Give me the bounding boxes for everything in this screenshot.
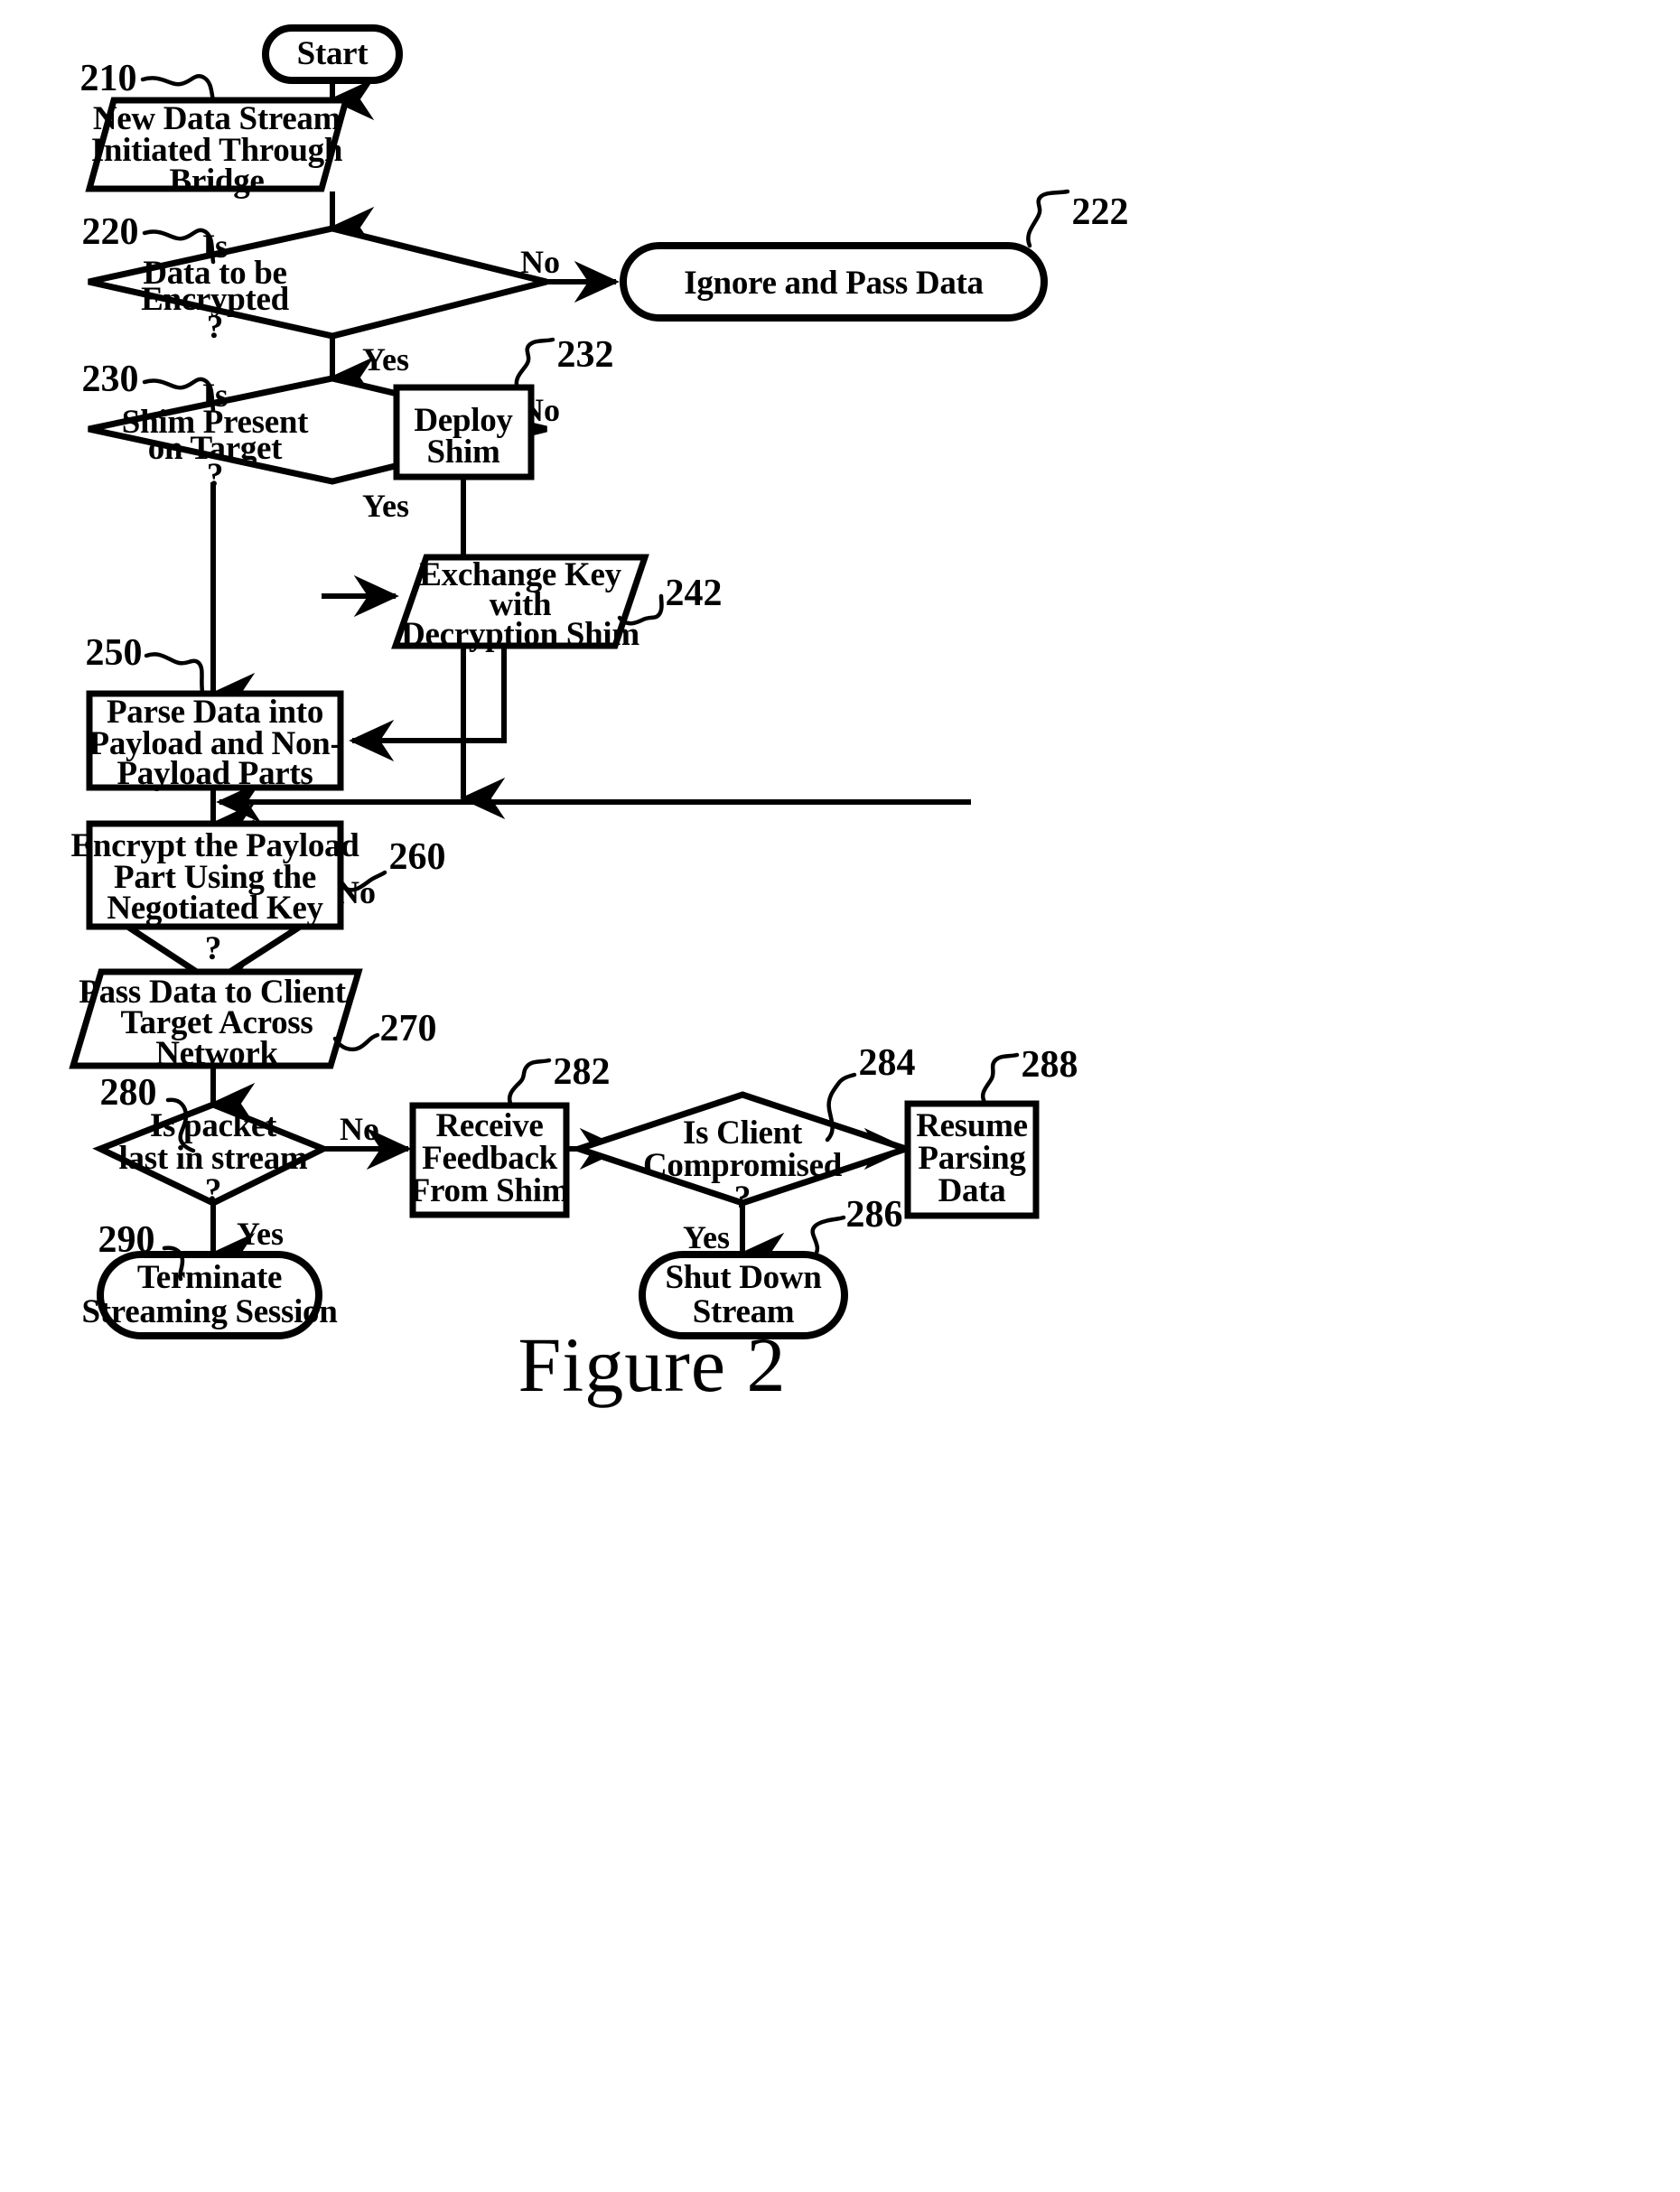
- ref-222-text: 222: [1072, 191, 1129, 233]
- node-222-label: Ignore and Pass Data: [684, 265, 984, 302]
- ref-270: 270: [332, 1008, 437, 1052]
- node-288-line-2: Parsing: [918, 1140, 1026, 1177]
- ref-270-text: 270: [380, 1008, 437, 1049]
- node-260-encrypt-payload: Encrypt the Payload Part Using the Negot…: [70, 820, 360, 930]
- node-284-line-2: Compromised: [643, 1147, 843, 1184]
- node-230-line-4: ?: [207, 457, 223, 494]
- ref-282: 282: [507, 1051, 611, 1108]
- node-220-line-4: ?: [207, 309, 223, 346]
- ref-250-text: 250: [86, 632, 143, 674]
- node-288-line-3: Data: [938, 1172, 1006, 1209]
- node-282-line-1: Receive: [435, 1107, 543, 1144]
- node-250-parse-data: Parse Data into Payload and Non- Payload…: [86, 690, 344, 792]
- node-210-line-3: Bridge: [169, 163, 264, 200]
- node-282-line-3: From Shim: [410, 1172, 570, 1209]
- ref-230-text: 230: [82, 359, 139, 400]
- edge-label-280-yes: Yes: [237, 1216, 284, 1252]
- node-250-line-3: Payload Parts: [117, 755, 313, 792]
- node-270-pass-data: Pass Data to Client/ Target Across Netwo…: [69, 968, 363, 1072]
- ref-210: 210: [80, 58, 216, 104]
- node-290-terminate-session: Terminate Streaming Session: [81, 1251, 339, 1339]
- node-280-line-1: Is packet: [150, 1107, 277, 1144]
- ref-210-text: 210: [80, 58, 137, 99]
- node-220-is-data-encrypted: Is Data to be Encrypted ?: [88, 225, 547, 346]
- node-222-ignore-pass-data: Ignore and Pass Data: [620, 242, 1048, 322]
- node-260-line-3: Negotiated Key: [107, 890, 323, 927]
- node-start-label: Start: [297, 35, 369, 72]
- node-284-line-3: ?: [734, 1180, 751, 1217]
- ref-290-text: 290: [98, 1219, 155, 1261]
- node-242-exchange-key: Exchange Key with Decryption Shim: [391, 554, 649, 653]
- ref-232-text: 232: [557, 334, 614, 376]
- edge-label-230-yes: Yes: [362, 488, 409, 524]
- node-290-line-1: Terminate: [137, 1259, 282, 1296]
- node-start: Start: [262, 24, 403, 84]
- edge-label-220-yes: Yes: [362, 341, 409, 378]
- node-232-line-2: Shim: [426, 434, 500, 471]
- node-282-receive-feedback: Receive Feedback From Shim: [409, 1102, 570, 1218]
- ref-286-text: 286: [846, 1194, 903, 1236]
- ref-220-text: 220: [82, 211, 139, 253]
- edge-label-280-no: No: [340, 1111, 379, 1147]
- node-288-line-1: Resume: [916, 1107, 1028, 1144]
- node-286-line-1: Shut Down: [665, 1259, 822, 1296]
- node-242-line-3: Decryption Shim: [401, 616, 639, 653]
- figure-caption: Figure 2: [518, 1321, 786, 1408]
- node-280-line-2: last in stream: [119, 1140, 308, 1177]
- node-210-new-data-stream: New Data Stream Initiated Through Bridge: [85, 97, 350, 200]
- patent-figure-2: Start New Data Stream Initiated Through …: [0, 0, 1680, 2192]
- node-270-line-3: Network: [155, 1035, 278, 1072]
- ref-288-text: 288: [1022, 1044, 1078, 1086]
- edge-label-284-yes: Yes: [683, 1219, 730, 1255]
- ref-288: 288: [980, 1044, 1078, 1105]
- ref-280-text: 280: [100, 1072, 157, 1114]
- ref-286: 286: [810, 1194, 903, 1260]
- ref-222: 222: [1026, 189, 1129, 248]
- ref-230: 230: [82, 359, 216, 413]
- node-290-line-2: Streaming Session: [81, 1293, 338, 1330]
- node-288-resume-parsing: Resume Parsing Data: [904, 1100, 1040, 1219]
- ref-284-text: 284: [859, 1042, 916, 1084]
- flowchart-shapes: Start New Data Stream Initiated Through …: [69, 24, 1129, 1408]
- node-240-line-2: ?: [205, 930, 221, 967]
- node-282-line-2: Feedback: [422, 1140, 557, 1177]
- ref-250: 250: [86, 632, 205, 695]
- ref-282-text: 282: [554, 1051, 611, 1093]
- node-232-deploy-shim: Deploy Shim: [393, 384, 535, 480]
- ref-260-text: 260: [389, 836, 446, 878]
- node-280-line-3: ?: [205, 1172, 221, 1209]
- node-284-line-1: Is Client: [683, 1115, 803, 1152]
- ref-242-text: 242: [666, 573, 723, 614]
- ref-232: 232: [514, 334, 614, 391]
- edge-label-220-no: No: [520, 244, 560, 280]
- node-280-is-packet-last: Is packet last in stream ?: [92, 1101, 331, 1209]
